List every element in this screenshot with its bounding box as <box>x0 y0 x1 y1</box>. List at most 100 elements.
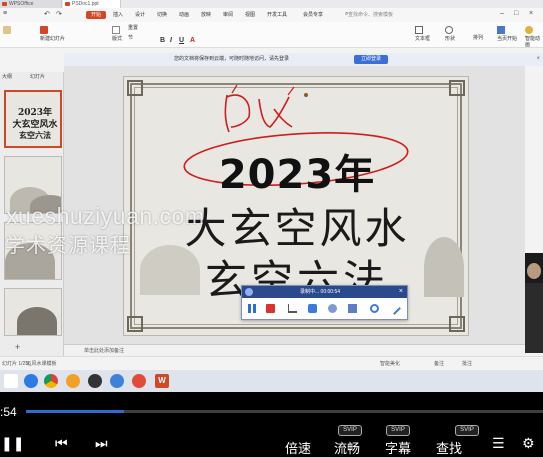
command-search-input[interactable]: 查找命令、搜索模板 <box>340 11 420 19</box>
settings-icon[interactable]: ⚙ <box>522 435 535 452</box>
underline-icon[interactable]: U <box>179 37 184 44</box>
arrange-button[interactable]: 排列 <box>473 35 483 53</box>
watermark-text: 学术资源课程 <box>5 235 131 257</box>
stop-icon[interactable] <box>266 304 275 313</box>
theme-name: 3_风水课模板 <box>26 361 57 367</box>
banner-close-icon[interactable]: × <box>536 56 540 62</box>
menu-icon[interactable]: ≡ <box>3 10 7 17</box>
screenshot-icon[interactable] <box>348 304 357 313</box>
shape-button[interactable]: 形状 <box>445 26 455 44</box>
redo-icon[interactable]: ↷ <box>56 10 62 18</box>
camera-app-icon[interactable] <box>88 374 102 388</box>
paste-button[interactable] <box>3 26 11 44</box>
slide-thumbnail-1[interactable]: 2023年 大玄空风水 玄空六法 <box>4 90 62 148</box>
folder-icon[interactable] <box>66 374 80 388</box>
paste-icon <box>3 26 11 34</box>
window-tab-label: WPSOffice <box>9 1 34 7</box>
bold-icon[interactable]: B <box>160 37 165 44</box>
video-player-controls: :54 ❚❚ ⏮ ⏭ 倍速 SVIP 流畅 SVIP 字幕 SVIP 查找 ☰ … <box>0 392 543 456</box>
slideshow-button[interactable]: 当页开始 <box>497 26 517 44</box>
ink-mountain <box>17 307 57 335</box>
ppt-icon <box>65 2 70 6</box>
mouse-highlight-icon[interactable] <box>370 304 379 313</box>
svip-badge: SVIP <box>455 425 479 436</box>
svip-badge: SVIP <box>338 425 362 436</box>
search-icon: ⌕ <box>345 11 349 17</box>
italic-icon[interactable]: I <box>170 37 172 44</box>
tab-view[interactable]: 视图 <box>245 12 255 18</box>
new-slide-button[interactable]: 新建幻灯片 <box>40 26 65 44</box>
previous-icon[interactable]: ⏮ <box>55 435 68 452</box>
speed-button[interactable]: 倍速 <box>285 438 311 457</box>
quality-button[interactable]: 流畅 <box>334 438 360 457</box>
next-icon[interactable]: ⏭ <box>95 435 108 452</box>
microphone-icon[interactable] <box>328 304 337 313</box>
start-icon[interactable] <box>4 374 18 388</box>
recorder-status: 录制中... 00:00:54 <box>300 289 341 295</box>
font-color-icon[interactable]: A <box>190 37 195 44</box>
slide-year-text: 2023年 <box>218 152 376 198</box>
login-button[interactable]: 立即登录 <box>354 55 388 64</box>
wps-taskbar-icon[interactable]: W <box>155 374 169 388</box>
tab-insert[interactable]: 插入 <box>113 12 123 18</box>
tab-member[interactable]: 会员专享 <box>303 12 323 18</box>
maximize-icon[interactable]: □ <box>514 10 518 17</box>
smart-animate-button[interactable]: 智能动画 <box>525 26 543 48</box>
text-box-icon <box>415 26 423 34</box>
chrome-icon[interactable] <box>44 374 58 388</box>
slideshow-label: 当页开始 <box>497 36 518 42</box>
window-tab-document[interactable]: PSDoc1.ppt <box>63 0 121 8</box>
section-button[interactable]: 节 <box>128 35 133 53</box>
notes-pane[interactable]: 单击此处添加备注 <box>64 344 525 356</box>
tab-transition[interactable]: 切换 <box>157 12 167 18</box>
tab-developer[interactable]: 开发工具 <box>267 12 287 18</box>
slide-thumbnail-4[interactable] <box>4 288 62 336</box>
new-slide-icon <box>40 26 48 34</box>
recorder-header: 录制中... 00:00:54 × <box>242 286 407 298</box>
screen-recorder-widget[interactable]: 录制中... 00:00:54 × <box>241 285 408 320</box>
minimize-icon[interactable]: – <box>500 10 504 17</box>
pause-icon[interactable]: ❚❚ <box>1 435 24 452</box>
add-slide-icon[interactable]: + <box>15 342 20 352</box>
comments-toggle-button[interactable]: 批注 <box>462 361 472 367</box>
recorder-controls <box>242 298 407 319</box>
tab-animation[interactable]: 动画 <box>179 12 189 18</box>
tab-review[interactable]: 审阅 <box>223 12 233 18</box>
handwriting-stroke <box>231 84 295 96</box>
tab-design[interactable]: 设计 <box>135 12 145 18</box>
tab-slides[interactable]: 幻灯片 <box>30 72 45 82</box>
panel-tabs: 大纲 幻灯片 <box>0 72 64 82</box>
tab-home[interactable]: 开始 <box>86 11 106 19</box>
notes-toggle-button[interactable]: 备注 <box>434 361 444 367</box>
cursor-marker <box>304 93 308 97</box>
text-box-label: 文本框 <box>415 36 431 42</box>
browser-icon[interactable] <box>24 374 38 388</box>
app-icon[interactable] <box>132 374 146 388</box>
layout-button[interactable]: 版式 <box>112 26 122 44</box>
recorder-close-icon[interactable]: × <box>399 286 403 298</box>
playlist-icon[interactable]: ☰ <box>492 435 505 452</box>
progress-fill <box>26 410 125 413</box>
tab-slideshow[interactable]: 放映 <box>201 12 211 18</box>
bird-app-icon[interactable] <box>110 374 124 388</box>
pause-icon[interactable] <box>248 304 256 313</box>
undo-icon[interactable]: ↶ <box>44 10 50 18</box>
window-tab-wps[interactable]: WPSOffice <box>0 0 62 8</box>
layout-icon <box>112 26 120 34</box>
os-taskbar: W <box>0 370 543 392</box>
smart-animate-label: 智能动画 <box>525 36 541 48</box>
trim-icon[interactable] <box>288 304 297 313</box>
status-bar: 幻灯片 1/256 3_风水课模板 智能美化 备注 批注 <box>0 356 543 370</box>
current-time: :54 <box>0 405 17 419</box>
presenter-body <box>525 283 543 353</box>
camera-icon[interactable] <box>308 304 317 313</box>
find-button[interactable]: 查找 <box>436 438 462 457</box>
thumb-title: 大玄空风水 <box>12 120 58 130</box>
pen-icon[interactable] <box>388 302 401 315</box>
smart-beautify-button[interactable]: 智能美化 <box>380 361 400 367</box>
window-tab-bar: WPSOffice PSDoc1.ppt <box>0 0 543 8</box>
close-icon[interactable]: × <box>529 10 533 17</box>
text-box-button[interactable]: 文本框 <box>415 26 430 44</box>
tab-outline[interactable]: 大纲 <box>2 72 12 82</box>
subtitle-button[interactable]: 字幕 <box>385 438 411 457</box>
